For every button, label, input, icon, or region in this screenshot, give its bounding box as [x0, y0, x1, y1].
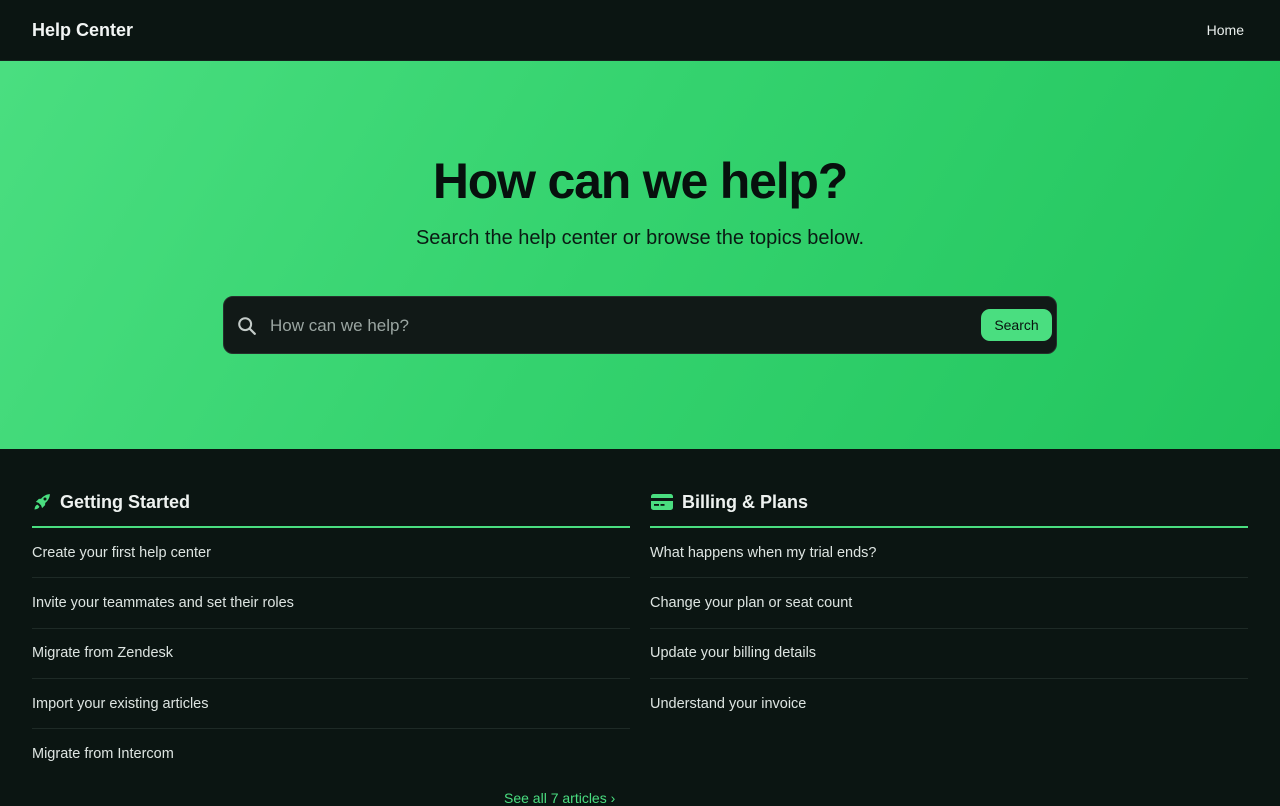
- nav-home-link[interactable]: Home: [1207, 22, 1244, 38]
- list-item: Migrate from Intercom: [32, 729, 630, 779]
- section-header: Billing & Plans: [650, 480, 1248, 528]
- list-item: Create your first help center: [32, 528, 630, 579]
- article-list: Create your first help center Invite you…: [32, 528, 630, 779]
- article-link[interactable]: Change your plan or seat count: [650, 595, 852, 611]
- article-link[interactable]: Invite your teammates and set their role…: [32, 595, 294, 611]
- article-link[interactable]: Update your billing details: [650, 645, 816, 661]
- article-link[interactable]: Migrate from Intercom: [32, 746, 174, 762]
- section-header: Getting Started: [32, 480, 630, 528]
- article-link[interactable]: What happens when my trial ends?: [650, 545, 877, 561]
- article-link[interactable]: Understand your invoice: [650, 696, 806, 712]
- top-nav-bar: Help Center Home: [0, 0, 1280, 61]
- hero-subtitle: Search the help center or browse the top…: [415, 227, 865, 249]
- search-box[interactable]: Search: [223, 296, 1057, 354]
- list-item: What happens when my trial ends?: [650, 528, 1248, 579]
- search-icon: [238, 317, 256, 335]
- list-item: Import your existing articles: [32, 679, 630, 730]
- hero-banner: How can we help? Search the help center …: [0, 61, 1280, 449]
- section-billing-plans: Billing & Plans What happens when my tri…: [650, 480, 1248, 729]
- list-item: Understand your invoice: [650, 679, 1248, 729]
- rocket-icon: [34, 494, 50, 510]
- article-link[interactable]: Import your existing articles: [32, 696, 208, 712]
- article-link[interactable]: Migrate from Zendesk: [32, 645, 173, 661]
- see-all-articles-link[interactable]: See all 7 articles ›: [504, 790, 615, 806]
- credit-card-icon: [651, 494, 673, 510]
- article-link[interactable]: Create your first help center: [32, 545, 211, 561]
- article-list: What happens when my trial ends? Change …: [650, 528, 1248, 729]
- brand-title[interactable]: Help Center: [32, 20, 133, 41]
- hero-title: How can we help?: [432, 153, 848, 209]
- list-item: Invite your teammates and set their role…: [32, 578, 630, 629]
- list-item: Change your plan or seat count: [650, 578, 1248, 629]
- section-getting-started: Getting Started Create your first help c…: [32, 480, 630, 806]
- list-item: Update your billing details: [650, 629, 1248, 679]
- list-item: Migrate from Zendesk: [32, 629, 630, 679]
- section-title: Billing & Plans: [682, 491, 809, 512]
- search-button[interactable]: Search: [981, 309, 1052, 341]
- search-input[interactable]: [270, 309, 970, 343]
- section-title: Getting Started: [60, 491, 191, 512]
